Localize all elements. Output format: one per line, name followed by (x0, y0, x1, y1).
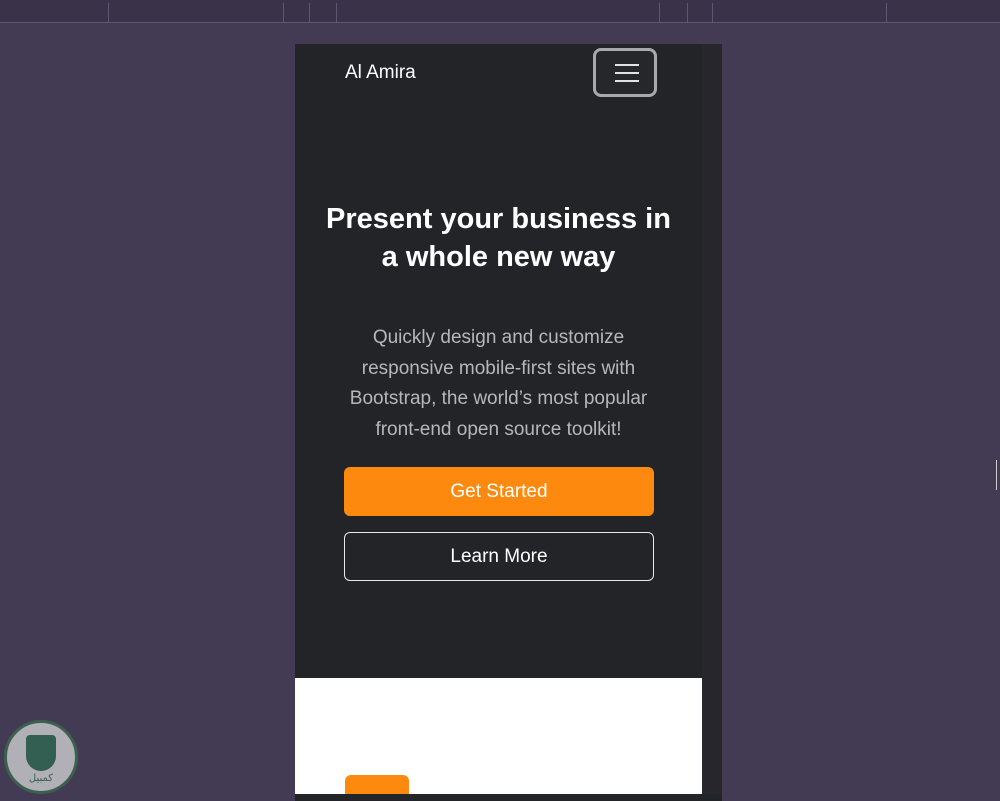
ruler-divider (687, 3, 688, 23)
editor-ruler (0, 0, 1000, 23)
hero-title: Present your business in a whole new way (326, 203, 671, 273)
menu-toggle-button[interactable] (593, 48, 657, 97)
hero-description: Quickly design and customize responsive … (349, 327, 648, 440)
next-section (295, 678, 702, 801)
ruler-divider (309, 3, 310, 23)
resize-handle[interactable] (708, 406, 714, 433)
watermark-text: كمبيل (28, 773, 54, 784)
brand-link[interactable]: Al Amira (345, 62, 416, 84)
ruler-divider (336, 3, 337, 23)
shield-icon (26, 735, 56, 771)
ruler-divider (712, 3, 713, 23)
watermark-logo: كمبيل (4, 720, 78, 794)
preview-bottom-edge (295, 794, 722, 801)
ruler-divider (108, 3, 109, 23)
learn-more-button[interactable]: Learn More (344, 532, 654, 581)
ruler-divider (659, 3, 660, 23)
ruler-divider (886, 3, 887, 23)
mobile-preview: Al Amira Present your business in a whol… (295, 44, 722, 801)
right-edge-marker (996, 460, 1000, 490)
navbar: Al Amira (295, 44, 702, 104)
get-started-button[interactable]: Get Started (344, 467, 654, 516)
ruler-divider (283, 3, 284, 23)
